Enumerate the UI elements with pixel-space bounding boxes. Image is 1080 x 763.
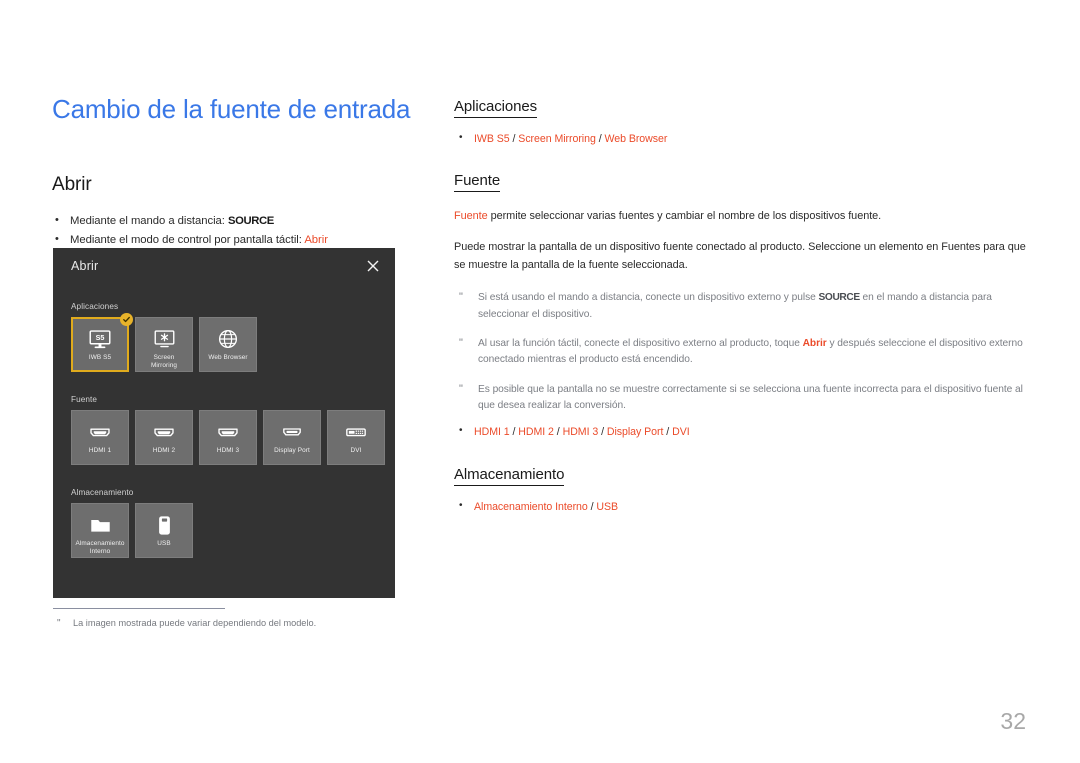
tile-label: USB	[157, 540, 171, 547]
tile-screen-mirroring[interactable]: Screen Mirroring	[135, 317, 193, 372]
fuente-note-3: " Es posible que la pantalla no se muestr…	[454, 382, 1026, 415]
dvi-port-icon	[345, 421, 367, 443]
bullet-part: Almacenamiento Interno	[474, 500, 588, 513]
tile-label: HDMI 3	[216, 447, 240, 454]
page-title: Cambio de la fuente de entrada	[52, 94, 411, 124]
bullet-accent: Abrir	[304, 234, 328, 247]
tile-row-fuente: HDMI 1 HDMI 2 HDMI 3 Display Port DVI	[53, 410, 395, 465]
monitor-s5-icon: S5	[89, 328, 111, 350]
bullet-part: DVI	[672, 426, 690, 439]
panel-title: Abrir	[71, 259, 99, 273]
footnote-divider	[53, 608, 225, 609]
hdmi-port-icon	[89, 421, 111, 443]
fuente-note-2: " Al usar la función táctil, conecte el d…	[454, 336, 1026, 369]
screen-mirroring-icon	[154, 328, 175, 350]
document-page: Cambio de la fuente de entrada Abrir Med…	[0, 0, 1080, 763]
right-column: Aplicaciones IWB S5 / Screen Mirroring /…	[454, 98, 1026, 516]
bullet-part: HDMI 1	[474, 426, 510, 439]
tile-hdmi-2[interactable]: HDMI 2	[135, 410, 193, 465]
bullet-part: HDMI 3	[562, 426, 599, 439]
note-mark: "	[459, 382, 463, 395]
list-item: HDMI 1 / HDMI 2 / HDMI 3 / Display Port …	[454, 423, 1026, 441]
tile-dvi[interactable]: DVI	[327, 410, 385, 465]
bullet-part: IWB S5	[474, 133, 510, 145]
device-ui-panel: Abrir Aplicaciones S5 IWB S5 Screen Mirr…	[53, 248, 395, 598]
tile-hdmi-1[interactable]: HDMI 1	[71, 410, 129, 465]
fuente-note-1: " Si está usando el mando a distancia, co…	[454, 290, 1026, 323]
tile-label: Web Browser	[208, 354, 248, 361]
folder-icon	[90, 514, 111, 536]
tile-usb[interactable]: USB	[135, 503, 193, 558]
tile-iwb-s5[interactable]: S5 IWB S5	[71, 313, 133, 372]
footnote-block: " La imagen mostrada puede variar dependi…	[53, 608, 413, 631]
section-title-abrir: Abrir	[52, 173, 92, 195]
panel-group-almacenamiento: Almacenamiento Almacenamiento Interno US…	[53, 488, 395, 558]
displayport-icon	[282, 421, 302, 443]
almacenamiento-bullet-list: Almacenamiento Interno / USB	[454, 498, 1026, 516]
close-icon[interactable]	[364, 257, 382, 275]
check-badge-icon	[120, 313, 133, 326]
list-item: IWB S5 / Screen Mirroring / Web Browser	[454, 130, 1026, 148]
tile-label: HDMI 1	[88, 447, 112, 454]
aplicaciones-bullet-list: IWB S5 / Screen Mirroring / Web Browser	[454, 130, 1026, 148]
fuente-paragraph-2: Puede mostrar la pantalla de un disposit…	[454, 241, 1026, 271]
tile-web-browser[interactable]: Web Browser	[199, 317, 257, 372]
tile-hdmi-3[interactable]: HDMI 3	[199, 410, 257, 465]
tile-label: Screen Mirroring	[150, 354, 178, 369]
panel-group-aplicaciones: Aplicaciones S5 IWB S5 Screen Mirroring …	[53, 302, 395, 372]
panel-header: Abrir	[53, 248, 395, 292]
tile-row-aplicaciones: S5 IWB S5 Screen Mirroring Web Browser	[53, 313, 395, 372]
bullet-part: Display Port	[606, 426, 664, 439]
footnote-mark: "	[57, 618, 61, 629]
note-before: Si está usando el mando a distancia, con…	[478, 292, 819, 304]
note-mark: "	[459, 291, 463, 304]
tile-label: IWB S5	[88, 354, 112, 361]
footnote-body: La imagen mostrada puede variar dependie…	[73, 618, 317, 628]
hdmi-port-icon	[153, 421, 175, 443]
hdmi-port-icon	[217, 421, 239, 443]
note-kbd: SOURCE	[818, 292, 861, 304]
left-column: Cambio de la fuente de entrada Abrir Med…	[52, 94, 424, 251]
fuente-para1-rest: permite seleccionar varias fuentes y cam…	[487, 210, 882, 223]
tile-label: DVI	[350, 447, 362, 454]
panel-group-fuente: Fuente HDMI 1 HDMI 2 HDMI 3 Display Port…	[53, 395, 395, 465]
bullet-part: USB	[596, 500, 619, 513]
note-before: Es posible que la pantalla no se muestre…	[478, 383, 1023, 411]
tile-row-almacenamiento: Almacenamiento Interno USB	[53, 503, 395, 558]
fuente-paragraph-1: Fuente permite seleccionar varias fuente…	[454, 208, 1026, 226]
bullet-part: Screen Mirroring	[518, 133, 596, 145]
note-before: Al usar la función táctil, conecte el di…	[478, 338, 803, 350]
note-mark: "	[459, 337, 463, 350]
note-accent: Abrir	[802, 338, 827, 350]
list-item: Mediante el mando a distancia: SOURCE	[52, 211, 424, 231]
tile-almacenamiento-interno[interactable]: Almacenamiento Interno	[71, 503, 129, 558]
section-title-fuente: Fuente	[454, 172, 500, 193]
group-label: Almacenamiento	[71, 488, 134, 497]
group-label: Fuente	[71, 395, 98, 404]
svg-text:S5: S5	[96, 332, 105, 341]
tile-label: HDMI 2	[152, 447, 176, 454]
tile-label: Display Port	[274, 447, 310, 454]
tile-display-port[interactable]: Display Port	[263, 410, 321, 465]
section-title-aplicaciones: Aplicaciones	[454, 98, 537, 118]
fuente-bullet-list: HDMI 1 / HDMI 2 / HDMI 3 / Display Port …	[454, 423, 1026, 441]
bullet-text: Mediante el mando a distancia:	[70, 214, 228, 227]
bullet-text: Mediante el modo de control por pantalla…	[70, 234, 305, 247]
bullet-part: HDMI 2	[518, 426, 554, 439]
tile-label: Almacenamiento Interno	[75, 540, 125, 555]
bullet-kbd: SOURCE	[227, 214, 274, 227]
list-item: Almacenamiento Interno / USB	[454, 498, 1026, 516]
page-number: 32	[1000, 708, 1026, 734]
left-bullet-list: Mediante el mando a distancia: SOURCE Me…	[52, 211, 424, 251]
usb-stick-icon	[158, 514, 171, 536]
fuente-accent-term: Fuente	[454, 210, 488, 223]
bullet-part: Web Browser	[604, 133, 668, 145]
globe-icon	[218, 328, 238, 350]
section-title-almacenamiento: Almacenamiento	[454, 466, 564, 486]
footnote-text: " La imagen mostrada puede variar dependi…	[53, 617, 413, 631]
group-label: Aplicaciones	[71, 302, 119, 311]
